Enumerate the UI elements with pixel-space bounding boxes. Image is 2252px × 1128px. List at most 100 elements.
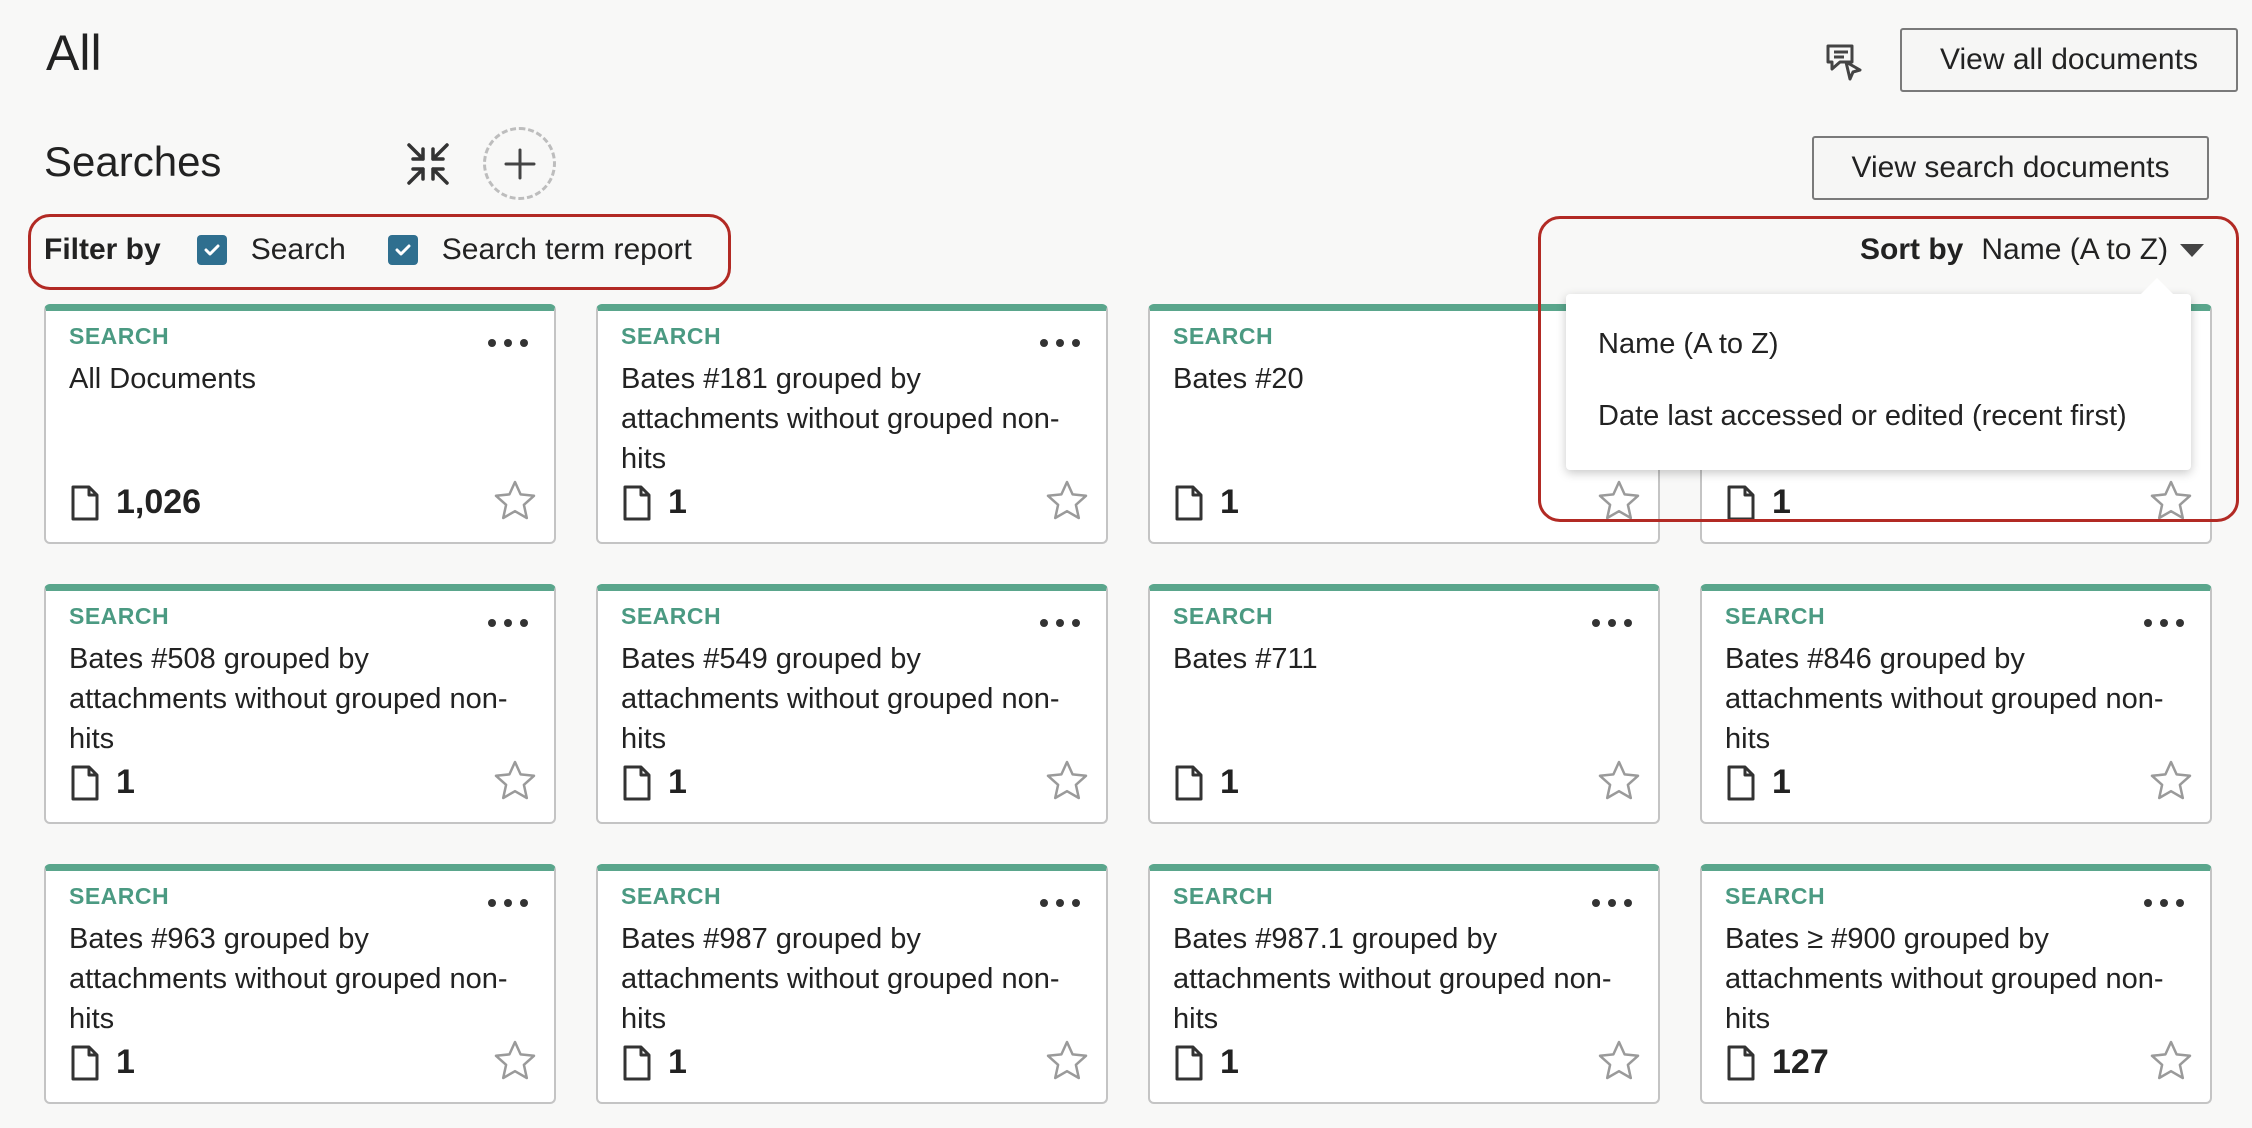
search-card[interactable]: SEARCH Bates #181 grouped by attachments … [596, 304, 1108, 544]
card-document-count: 1,026 [70, 483, 201, 522]
card-title: Bates #963 grouped by attachments withou… [69, 923, 508, 1035]
search-card[interactable]: SEARCH Bates #846 grouped by attachments … [1700, 584, 2212, 824]
sort-select-value[interactable]: Name (A to Z) [1981, 233, 2168, 267]
card-document-count: 1 [1726, 483, 1791, 522]
star-icon[interactable] [1044, 758, 1090, 804]
card-type-label: SEARCH [1173, 883, 1274, 909]
card-type-label: SEARCH [1725, 883, 1826, 909]
card-count-value: 1 [116, 1043, 135, 1081]
card-document-count: 1 [1174, 483, 1239, 522]
more-options-icon[interactable] [2144, 619, 2184, 631]
page-title: All [46, 25, 102, 81]
card-type-label: SEARCH [1173, 603, 1274, 629]
card-type-label: SEARCH [69, 603, 170, 629]
card-document-count: 1 [1174, 1043, 1239, 1082]
filter-bar: Filter by Search Search term report [44, 230, 734, 270]
card-title: Bates #549 grouped by attachments withou… [621, 643, 1060, 755]
star-icon[interactable] [2148, 758, 2194, 804]
document-icon [71, 765, 99, 800]
card-title: Bates #846 grouped by attachments withou… [1725, 643, 2164, 755]
search-card[interactable]: SEARCH Bates #711 1 [1148, 584, 1660, 824]
star-icon[interactable] [1044, 1038, 1090, 1084]
search-card[interactable]: SEARCH Bates #549 grouped by attachments … [596, 584, 1108, 824]
card-count-value: 1 [1220, 483, 1239, 521]
star-icon[interactable] [492, 478, 538, 524]
card-document-count: 1 [70, 1043, 135, 1082]
filter-label: Filter by [44, 233, 161, 266]
document-icon [1727, 1045, 1755, 1080]
card-count-value: 1 [1772, 483, 1791, 521]
chevron-down-icon[interactable] [2180, 243, 2205, 257]
collapse-arrows-icon[interactable] [402, 138, 454, 190]
search-card[interactable]: SEARCH All Documents 1,026 [44, 304, 556, 544]
document-icon [623, 485, 651, 520]
search-checkbox[interactable] [196, 235, 227, 265]
document-icon [1175, 485, 1203, 520]
card-count-value: 127 [1772, 1043, 1829, 1081]
document-icon [1175, 765, 1203, 800]
star-icon[interactable] [1596, 478, 1642, 524]
card-title: Bates #987.1 grouped by attachments with… [1173, 923, 1612, 1035]
document-icon [623, 1045, 651, 1080]
more-options-icon[interactable] [2144, 899, 2184, 911]
sort-label: Sort by [1860, 233, 1964, 266]
search-card[interactable]: SEARCH Bates #987 grouped by attachments … [596, 864, 1108, 1104]
more-options-icon[interactable] [488, 339, 528, 351]
page: All View all documents Searches View sea… [0, 0, 2252, 1128]
sort-option-name[interactable]: Name (A to Z) [1598, 328, 1779, 361]
star-icon[interactable] [492, 1038, 538, 1084]
card-count-value: 1 [1772, 763, 1791, 801]
search-card[interactable]: SEARCH Bates #963 grouped by attachments … [44, 864, 556, 1104]
search-card[interactable]: SEARCH Bates ≥ #900 grouped by attachment… [1700, 864, 2212, 1104]
card-count-value: 1 [668, 763, 687, 801]
comment-cursor-icon[interactable] [1816, 34, 1872, 90]
card-type-label: SEARCH [621, 883, 722, 909]
card-document-count: 1 [70, 763, 135, 802]
star-icon[interactable] [1044, 478, 1090, 524]
more-options-icon[interactable] [1592, 899, 1632, 911]
check-icon [395, 244, 411, 256]
more-options-icon[interactable] [1040, 619, 1080, 631]
more-options-icon[interactable] [1040, 899, 1080, 911]
card-title: Bates #508 grouped by attachments withou… [69, 643, 508, 755]
card-title: All Documents [69, 363, 256, 395]
star-icon[interactable] [1596, 758, 1642, 804]
document-icon [1727, 485, 1755, 520]
card-title: Bates #181 grouped by attachments withou… [621, 363, 1060, 475]
card-type-label: SEARCH [621, 323, 722, 349]
view-all-documents-button[interactable]: View all documents [1900, 28, 2238, 92]
card-title: Bates #711 [1173, 643, 1318, 675]
star-icon[interactable] [1596, 1038, 1642, 1084]
sort-bar: Sort by Name (A to Z) [1860, 230, 2205, 270]
card-document-count: 1 [1726, 763, 1791, 802]
add-search-button[interactable] [483, 127, 556, 200]
star-icon[interactable] [2148, 1038, 2194, 1084]
more-options-icon[interactable] [488, 899, 528, 911]
star-icon[interactable] [2148, 478, 2194, 524]
card-type-label: SEARCH [1173, 323, 1274, 349]
view-search-documents-button[interactable]: View search documents [1812, 136, 2209, 200]
card-type-label: SEARCH [621, 603, 722, 629]
document-icon [1727, 765, 1755, 800]
card-document-count: 127 [1726, 1043, 1829, 1082]
more-options-icon[interactable] [1040, 339, 1080, 351]
search-card[interactable]: SEARCH Bates #987.1 grouped by attachment… [1148, 864, 1660, 1104]
document-icon [623, 765, 651, 800]
sort-option-date[interactable]: Date last accessed or edited (recent fir… [1598, 400, 2127, 433]
card-document-count: 1 [622, 1043, 687, 1082]
plus-icon [504, 148, 535, 179]
sort-dropdown-menu: Name (A to Z) Date last accessed or edit… [1566, 278, 2191, 470]
card-document-count: 1 [1174, 763, 1239, 802]
search-card[interactable]: SEARCH Bates #508 grouped by attachments … [44, 584, 556, 824]
search-term-report-checkbox[interactable] [387, 235, 418, 265]
card-count-value: 1 [116, 763, 135, 801]
card-type-label: SEARCH [69, 883, 170, 909]
card-count-value: 1 [668, 1043, 687, 1081]
star-icon[interactable] [492, 758, 538, 804]
card-document-count: 1 [622, 483, 687, 522]
card-count-value: 1,026 [116, 483, 202, 521]
search-filter-label: Search [250, 233, 346, 266]
document-icon [1175, 1045, 1203, 1080]
more-options-icon[interactable] [488, 619, 528, 631]
more-options-icon[interactable] [1592, 619, 1632, 631]
